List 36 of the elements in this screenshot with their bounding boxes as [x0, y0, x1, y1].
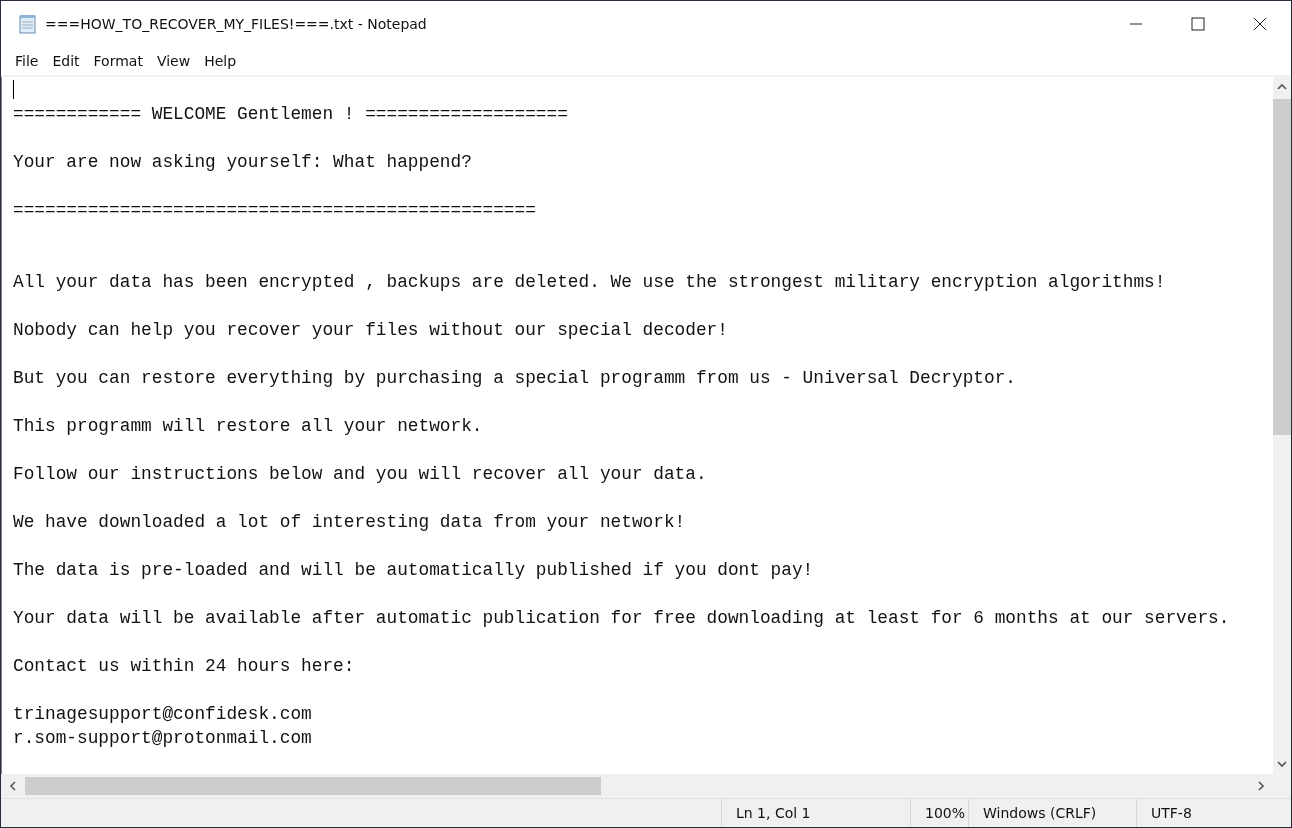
text-line: We have downloaded a lot of interesting data from your network! [13, 511, 687, 534]
menu-item[interactable]: Format [87, 51, 149, 71]
scroll-left-icon[interactable] [9, 781, 17, 791]
text-line: But you can restore everything by purchasing a special programm from us - Universal Decryptor. [13, 367, 1018, 390]
text-line: The data is pre-loaded and will be automatically published if you dont pay! [13, 559, 815, 582]
scroll-right-icon[interactable] [1257, 781, 1265, 791]
text-line: Your data will be available after automatic publication for free downloading at least for 6 months at our servers. [13, 607, 1231, 630]
maximize-icon [1191, 17, 1205, 31]
menu-item[interactable]: Help [198, 51, 243, 71]
vertical-scrollbar[interactable] [1273, 77, 1291, 774]
scroll-up-icon[interactable] [1277, 83, 1287, 91]
menu-item[interactable]: View [150, 51, 197, 71]
notepad-icon [19, 14, 37, 34]
window-title: ===HOW_TO_RECOVER_MY_FILES!===.txt - Notepad [45, 16, 427, 32]
text-line: Contact us within 24 hours here: [13, 655, 356, 678]
text-line: ================================================= [13, 199, 537, 222]
text-line: Nobody can help you recover your files without our special decoder! [13, 319, 729, 342]
text-cursor [13, 80, 14, 99]
text-line: r.som-support@protonmail.com [13, 727, 313, 750]
menu-item[interactable]: Edit [46, 51, 86, 71]
horizontal-scrollbar[interactable] [1, 774, 1273, 798]
menu-item[interactable]: File [9, 51, 45, 71]
scroll-down-icon[interactable] [1277, 760, 1287, 768]
zoom-level: 100% [910, 799, 968, 827]
scrollbar-thumb[interactable] [25, 777, 601, 795]
encoding: UTF-8 [1136, 799, 1291, 827]
text-line: Your are now asking yourself: What happend? [13, 151, 473, 174]
text-line: trinagesupport@confidesk.com [13, 703, 313, 726]
scrollbar-thumb[interactable] [1273, 99, 1291, 435]
line-ending: Windows (CRLF) [968, 799, 1136, 827]
text-line: Follow our instructions below and you will recover all your data. [13, 463, 708, 486]
text-line: This programm will restore all your network. [13, 415, 484, 438]
cursor-position: Ln 1, Col 1 [721, 799, 910, 827]
text-line: All your data has been encrypted , backups are deleted. We use the strongest military encryption algorithms! [13, 271, 1167, 294]
close-icon [1253, 17, 1267, 31]
text-line: ============ WELCOME Gentlemen ! =================== [13, 103, 569, 126]
